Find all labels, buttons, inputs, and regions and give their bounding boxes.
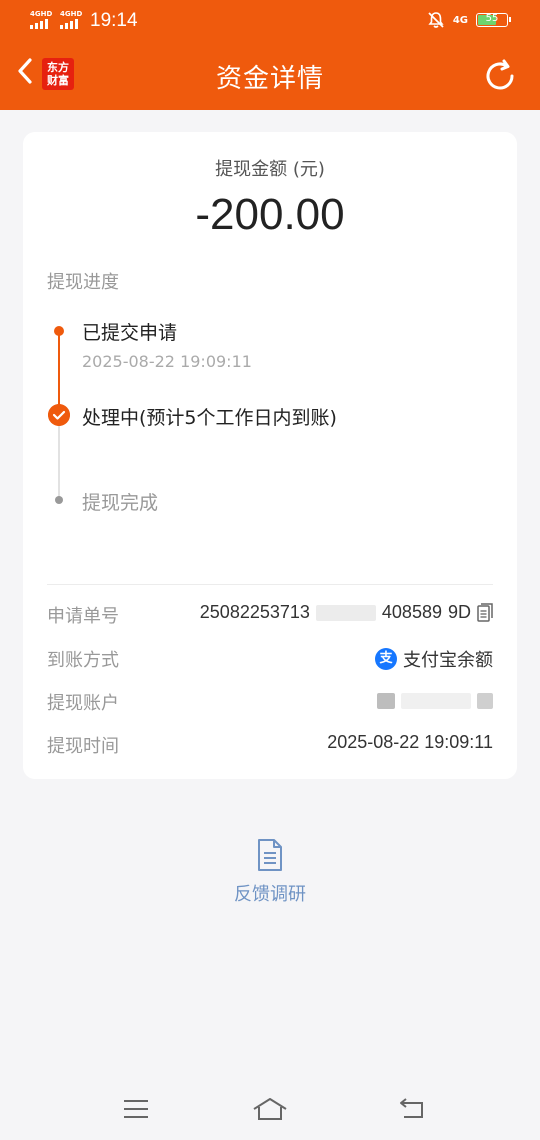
redacted-block	[377, 693, 395, 709]
feedback-button[interactable]: 反馈调研	[200, 838, 340, 908]
signal-1: 4GHD	[30, 10, 52, 29]
order-number-suffix: 408589	[381, 602, 442, 622]
progress-line-pending	[58, 424, 60, 498]
step-pending-dot	[55, 496, 63, 504]
detail-card: 提现金额 (元) -200.00 提现进度 已提交申请 2025-08-22 1…	[23, 132, 517, 779]
amount-label: 提现金额 (元)	[215, 159, 325, 180]
amount-value: -200.00	[195, 190, 345, 239]
redacted-block	[315, 604, 376, 621]
status-right: 4G 55	[427, 11, 511, 29]
order-number-prefix: 25082253713	[199, 602, 310, 622]
system-nav-bar	[0, 1080, 540, 1140]
payout-method-text: 支付宝余额	[403, 650, 493, 671]
order-number-value: 25082253713 408589 9D	[200, 602, 493, 623]
document-icon	[258, 839, 282, 871]
withdraw-time-row: 提现时间 2025-08-22 19:09:11	[47, 732, 493, 758]
refresh-icon[interactable]	[482, 58, 518, 94]
signal-2: 4GHD	[60, 10, 82, 29]
payout-method-label: 到账方式	[47, 650, 119, 671]
account-row: 提现账户	[47, 689, 493, 715]
payout-method-value: 支 支付宝余额	[375, 646, 493, 672]
nav-bar: 东方 财富 资金详情	[0, 42, 540, 110]
withdraw-time-value: 2025-08-22 19:09:11	[327, 732, 493, 752]
step-complete: 提现完成	[82, 492, 159, 514]
step-done-dot	[54, 326, 64, 336]
battery-icon: 55	[476, 13, 511, 27]
order-number-end: 9D	[447, 602, 471, 622]
alipay-icon: 支	[375, 648, 397, 670]
divider	[47, 584, 493, 585]
step-submitted-time: 2025-08-22 19:09:11	[82, 352, 252, 371]
copy-icon[interactable]	[477, 602, 493, 623]
menu-icon[interactable]	[122, 1098, 150, 1120]
signal-2-label: 4GHD	[60, 10, 83, 18]
network-type: 4G	[452, 14, 468, 26]
redacted-block	[401, 693, 471, 709]
progress-line-done	[58, 332, 60, 414]
redacted-block	[477, 693, 493, 709]
step-submitted: 已提交申请	[82, 322, 178, 344]
top-bar: 4GHD 4GHD 19:14 4G 55 东方 财富 资金详情	[0, 0, 540, 110]
status-time: 19:14	[90, 10, 138, 31]
home-icon[interactable]	[252, 1097, 288, 1121]
order-number-row: 申请单号 25082253713 408589 9D	[47, 602, 493, 628]
back-nav-icon[interactable]	[398, 1097, 426, 1121]
withdraw-time-label: 提现时间	[47, 736, 119, 757]
progress-label: 提现进度	[47, 272, 119, 293]
account-value-redacted	[377, 693, 493, 709]
check-icon	[48, 404, 70, 426]
payout-method-row: 到账方式 支 支付宝余额	[47, 646, 493, 672]
signal-1-label: 4GHD	[30, 10, 53, 18]
step-processing: 处理中(预计5个工作日内到账)	[82, 407, 337, 429]
order-number-label: 申请单号	[47, 606, 119, 627]
signal-bars-icon	[60, 19, 82, 29]
battery-level: 55	[485, 13, 499, 24]
feedback-label: 反馈调研	[234, 884, 306, 905]
mute-bell-icon	[428, 12, 444, 28]
signal-bars-icon	[30, 19, 52, 29]
account-label: 提现账户	[47, 693, 119, 714]
status-bar: 4GHD 4GHD 19:14 4G 55	[0, 0, 540, 42]
page-title: 资金详情	[215, 64, 324, 94]
